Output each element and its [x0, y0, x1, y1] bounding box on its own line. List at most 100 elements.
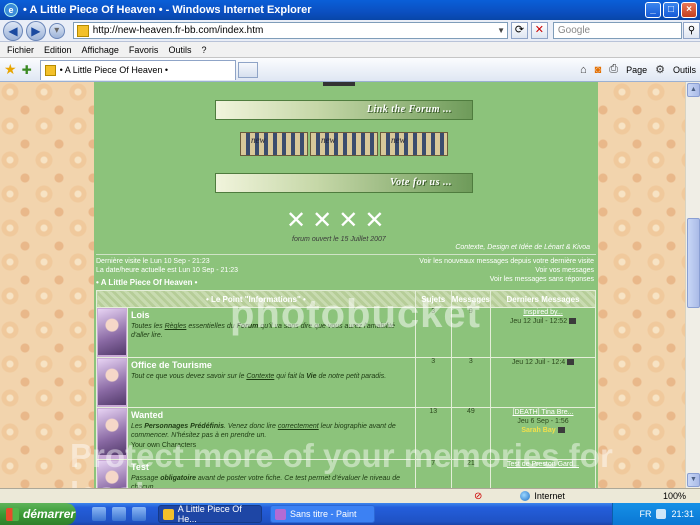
vote-banner[interactable]: Vote for us ...	[215, 173, 473, 193]
forum-description: Tout ce que vous devez savoir sur le Con…	[131, 373, 387, 380]
scroll-down-icon[interactable]: ▼	[687, 473, 700, 487]
forum-avatar	[96, 357, 128, 408]
last-post-date: Jeu 12 Juil - 12:52	[509, 318, 568, 325]
tab-label: • A Little Piece Of Heaven •	[59, 65, 168, 75]
window-title: • A Little Piece Of Heaven • - Windows I…	[23, 4, 312, 16]
new-tab-button[interactable]	[237, 61, 258, 78]
page-content: Link the Forum ... new new new Vote for …	[0, 82, 685, 488]
print-icon[interactable]: ⎙	[609, 63, 618, 76]
partner-button[interactable]: new	[380, 132, 448, 156]
photobucket-slogan: Protect more of your memories for less!	[70, 437, 613, 488]
last-post-link[interactable]: Inspired by...	[491, 308, 595, 317]
tray-icon[interactable]	[656, 509, 667, 519]
protected-mode-icon: ⊘	[474, 490, 483, 502]
paint-task-icon	[275, 508, 286, 520]
status-bar: ⊘ Internet 100%	[0, 488, 700, 503]
menu-affichage[interactable]: Affichage	[82, 45, 119, 55]
menu-outils[interactable]: Outils	[168, 45, 191, 55]
divider	[96, 254, 596, 255]
breadcrumb[interactable]: • A Little Piece Of Heaven •	[96, 278, 197, 287]
credit-caption: Contexte, Design et Idée de Lénart & Kiv…	[455, 244, 590, 251]
go-to-post-icon[interactable]	[567, 359, 575, 366]
system-tray: FR 21:31	[612, 503, 700, 525]
post-count: 3	[450, 357, 492, 408]
last-post-link[interactable]: [DEATH] Tina Bre...	[491, 408, 595, 417]
menu-fichier[interactable]: Fichier	[7, 45, 34, 55]
your-messages-link[interactable]: Voir vos messages	[535, 267, 594, 274]
table-row: Office de Tourisme Tout ce que vous deve…	[96, 357, 596, 408]
forum-body: Link the Forum ... new new new Vote for …	[94, 82, 598, 488]
window-titlebar: e • A Little Piece Of Heaven • - Windows…	[0, 0, 700, 20]
last-post-cell: Inspired by... Jeu 12 Juil - 12:52	[490, 307, 596, 358]
taskbar: démarrer A Little Piece Of He... Sans ti…	[0, 503, 700, 525]
unanswered-link[interactable]: Voir les messages sans réponses	[490, 276, 594, 283]
new-messages-link[interactable]: Voir les nouveaux messages depuis votre …	[419, 258, 594, 265]
globe-icon	[520, 491, 531, 501]
last-post-user[interactable]: Sarah Bay	[521, 427, 555, 434]
start-button[interactable]: démarrer	[0, 503, 76, 525]
address-bar[interactable]: http://new-heaven.fr-bb.com/index.htm ▼	[72, 22, 509, 39]
quick-launch	[92, 507, 146, 521]
language-indicator[interactable]: FR	[639, 509, 651, 519]
add-favorite-icon[interactable]: ✚	[22, 63, 32, 77]
security-zone: Internet	[534, 491, 565, 501]
menu-favoris[interactable]: Favoris	[129, 45, 159, 55]
forum-avatar	[96, 307, 128, 358]
go-to-post-icon[interactable]	[569, 318, 577, 325]
scroll-thumb[interactable]	[687, 218, 700, 308]
last-visit-text: Dernière visite le Lun 10 Sep - 21:23	[96, 258, 210, 265]
page-menu-button[interactable]: Page	[626, 65, 647, 75]
rss-feed-icon[interactable]: ◙	[595, 64, 602, 76]
topic-count: 3	[414, 357, 452, 408]
taskbar-paint-window[interactable]: Sans titre - Paint	[270, 505, 375, 523]
partner-button[interactable]: new	[310, 132, 378, 156]
address-input[interactable]: http://new-heaven.fr-bb.com/index.htm	[93, 25, 495, 36]
scroll-up-icon[interactable]: ▲	[687, 83, 700, 97]
close-button[interactable]: ×	[681, 2, 697, 18]
go-to-post-icon[interactable]	[557, 427, 565, 434]
search-icon[interactable]: ⚲	[683, 22, 700, 39]
last-post-cell: Jeu 12 Juil - 12:4	[490, 357, 596, 408]
site-favicon-icon	[76, 24, 89, 37]
maximize-button[interactable]: □	[663, 2, 679, 18]
windows-flag-icon	[6, 507, 19, 521]
photobucket-watermark: photobucket	[230, 292, 481, 336]
tools-menu-button[interactable]: Outils	[673, 65, 696, 75]
start-label: démarrer	[23, 507, 76, 521]
quick-launch-icon[interactable]	[92, 507, 106, 521]
clock: 21:31	[671, 509, 694, 519]
menu-help[interactable]: ?	[201, 45, 206, 55]
history-dropdown-icon[interactable]: ▾	[48, 22, 65, 39]
tab-toolbar: ★ ✚ • A Little Piece Of Heaven • ⌂ ◙ ⎙ P…	[0, 58, 700, 82]
quick-launch-icon[interactable]	[112, 507, 126, 521]
address-dropdown-icon[interactable]: ▼	[495, 26, 507, 35]
ie-task-icon	[163, 508, 174, 520]
search-input[interactable]: Google	[552, 22, 683, 39]
stop-icon[interactable]: ✕	[530, 22, 548, 39]
back-button[interactable]: ◀	[3, 20, 23, 41]
menu-edition[interactable]: Edition	[44, 45, 72, 55]
forum-title-link[interactable]: Office de Tourisme	[131, 360, 412, 370]
home-icon[interactable]: ⌂	[580, 64, 587, 76]
menu-bar: Fichier Edition Affichage Favoris Outils…	[0, 42, 700, 58]
tab-favicon-icon	[44, 64, 56, 76]
favorites-star-icon[interactable]: ★	[4, 61, 17, 78]
link-forum-banner[interactable]: Link the Forum ...	[215, 100, 473, 120]
forum-title-link[interactable]: Wanted	[131, 410, 412, 420]
last-post-date: Jeu 12 Juil - 12:4	[511, 359, 566, 366]
header-strip	[323, 82, 355, 86]
taskbar-ie-window[interactable]: A Little Piece Of He...	[158, 504, 262, 524]
minimize-button[interactable]: _	[645, 2, 661, 18]
address-toolbar: ◀ ▶ ▾ http://new-heaven.fr-bb.com/index.…	[0, 20, 700, 42]
founded-caption: forum ouvert le 15 Juillet 2007	[292, 236, 386, 243]
refresh-icon[interactable]: ⟳	[511, 22, 528, 39]
forward-button[interactable]: ▶	[25, 20, 46, 41]
zoom-level[interactable]: 100%	[663, 491, 686, 501]
ie-app-icon: e	[4, 3, 18, 17]
last-column-header: Derniers Messages	[490, 290, 596, 308]
partner-button[interactable]: new	[240, 132, 308, 156]
vote-crosses[interactable]: ✕✕✕✕	[286, 206, 390, 235]
quick-launch-icon[interactable]	[132, 507, 146, 521]
tab-a-little-piece-of-heaven[interactable]: • A Little Piece Of Heaven •	[39, 59, 236, 80]
vertical-scrollbar[interactable]: ▲ ▼	[685, 82, 700, 488]
